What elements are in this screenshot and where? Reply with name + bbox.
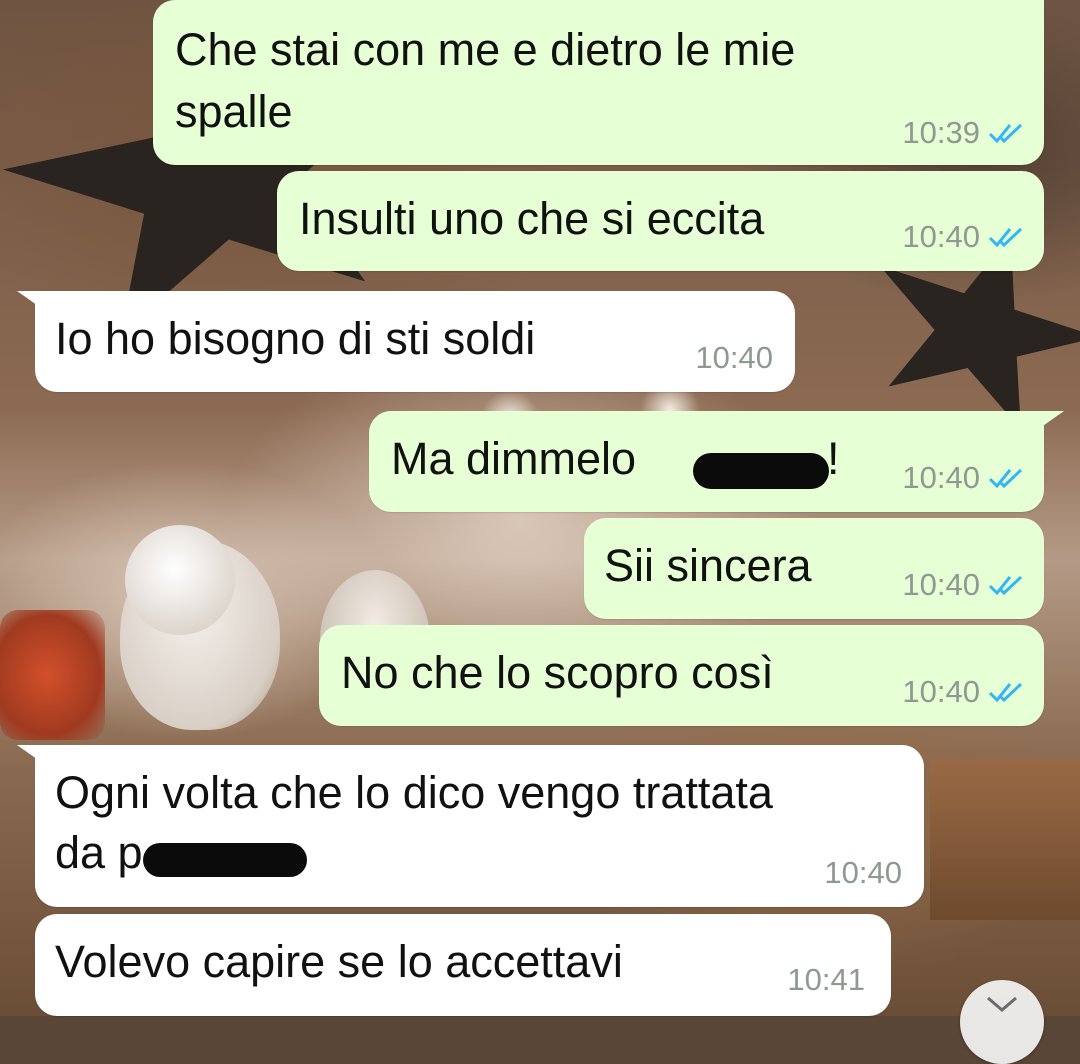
message-time: 10:40	[902, 674, 980, 709]
double-check-icon	[988, 468, 1023, 489]
double-check-icon	[988, 123, 1023, 144]
message-text: No che lo scopro così	[341, 647, 774, 698]
message-time: 10:40	[902, 219, 980, 254]
message-text: Che stai con me e dietro le mie	[175, 24, 796, 75]
redaction-mark	[143, 843, 307, 877]
message-incoming[interactable]: Ogni volta che lo dico vengo trattata da…	[17, 745, 924, 907]
message-time: 10:40	[902, 567, 980, 602]
reindeer-head	[125, 525, 235, 635]
message-incoming[interactable]: Io ho bisogno di sti soldi 10:40	[17, 291, 795, 392]
redaction-mark	[693, 453, 829, 489]
message-time: 10:40	[824, 855, 902, 890]
message-time: 10:40	[695, 340, 773, 375]
chevron-down-icon	[987, 996, 1017, 1012]
message-text: Ogni volta che lo dico vengo trattata	[55, 767, 773, 818]
message-text: Ma dimmelo	[391, 433, 637, 484]
message-text: Insulti uno che si eccita	[299, 193, 765, 244]
message-outgoing[interactable]: Sii sincera 10:40	[584, 518, 1044, 619]
message-incoming[interactable]: Volevo capire se lo accettavi 10:41	[35, 914, 891, 1016]
toy-car	[0, 610, 105, 740]
double-check-icon	[988, 227, 1023, 248]
wooden-box	[930, 760, 1080, 920]
message-outgoing[interactable]: Ma dimmelo ! 10:40	[369, 411, 1064, 512]
message-outgoing[interactable]: Insulti uno che si eccita 10:40	[277, 171, 1044, 271]
message-text: Volevo capire se lo accettavi	[55, 936, 623, 987]
message-outgoing[interactable]: No che lo scopro così 10:40	[319, 625, 1044, 726]
double-check-icon	[988, 575, 1023, 596]
message-text: Io ho bisogno di sti soldi	[55, 313, 536, 364]
message-text: !	[827, 433, 840, 484]
message-text: Sii sincera	[604, 540, 812, 591]
message-meta: 10:40	[902, 460, 1024, 496]
message-meta: 10:40	[902, 219, 1024, 255]
message-meta: 10:40	[695, 340, 773, 376]
double-check-icon	[988, 682, 1023, 703]
message-time: 10:41	[787, 962, 865, 997]
scroll-to-bottom-button[interactable]	[960, 980, 1044, 1064]
message-outgoing[interactable]: Che stai con me e dietro le mie spalle 1…	[153, 0, 1044, 165]
message-meta: 10:39	[902, 115, 1024, 151]
message-time: 10:40	[902, 460, 980, 495]
message-meta: 10:41	[787, 962, 865, 998]
message-meta: 10:40	[902, 674, 1024, 710]
message-text: da p	[55, 827, 143, 878]
message-meta: 10:40	[902, 567, 1024, 603]
message-meta: 10:40	[824, 855, 902, 891]
message-text: spalle	[175, 86, 293, 137]
message-time: 10:39	[902, 115, 980, 150]
